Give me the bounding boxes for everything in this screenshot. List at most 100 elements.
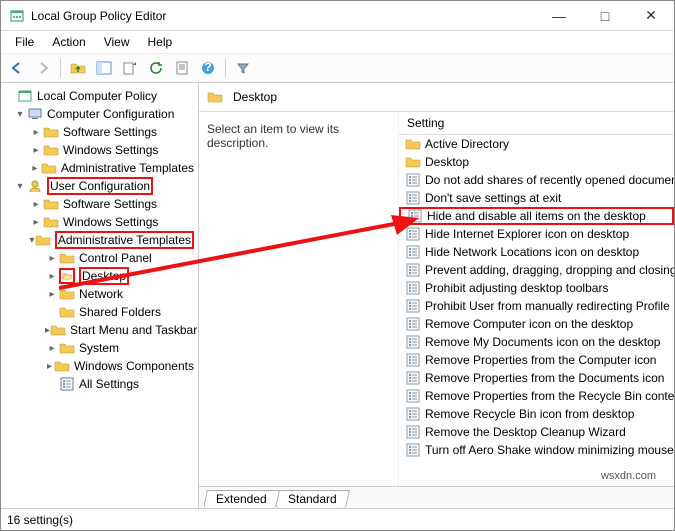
expand-icon[interactable]: ▸: [29, 163, 41, 174]
setting-item[interactable]: Remove Properties from the Computer icon: [399, 351, 674, 369]
tree-windows-components[interactable]: ▸ Windows Components: [1, 357, 198, 375]
menu-action[interactable]: Action: [44, 33, 93, 51]
tree-uc-windows[interactable]: ▸ Windows Settings: [1, 213, 198, 231]
setting-label: Active Directory: [425, 137, 509, 151]
tree-label: Computer Configuration: [47, 107, 174, 121]
setting-item[interactable]: Prohibit adjusting desktop toolbars: [399, 279, 674, 297]
help-button[interactable]: ?: [196, 56, 220, 80]
folder-icon: [405, 136, 421, 152]
up-button[interactable]: [66, 56, 90, 80]
policy-item-icon: [405, 352, 421, 368]
expand-icon[interactable]: ▸: [29, 127, 43, 138]
setting-label: Don't save settings at exit: [425, 191, 561, 205]
menu-help[interactable]: Help: [140, 33, 181, 51]
policy-item-icon: [405, 370, 421, 386]
setting-item[interactable]: Remove the Desktop Cleanup Wizard: [399, 423, 674, 441]
minimize-button[interactable]: —: [536, 1, 582, 30]
tree-user-config[interactable]: ▾ User Configuration: [1, 177, 198, 195]
tree-cc-admin[interactable]: ▸ Administrative Templates: [1, 159, 198, 177]
content-header: Desktop: [199, 83, 674, 112]
tree-cc-software[interactable]: ▸ Software Settings: [1, 123, 198, 141]
setting-item[interactable]: Hide Internet Explorer icon on desktop: [399, 225, 674, 243]
tree-computer-config[interactable]: ▾ Computer Configuration: [1, 105, 198, 123]
tree-label: Administrative Templates: [61, 161, 194, 175]
setting-item[interactable]: Prohibit User from manually redirecting …: [399, 297, 674, 315]
setting-item[interactable]: Don't save settings at exit: [399, 189, 674, 207]
filter-button[interactable]: [231, 56, 255, 80]
setting-item[interactable]: Do not add shares of recently opened doc…: [399, 171, 674, 189]
collapse-icon[interactable]: ▾: [13, 109, 27, 120]
tab-extended[interactable]: Extended: [203, 490, 280, 508]
expand-icon[interactable]: ▸: [45, 253, 59, 264]
tree-all-settings[interactable]: All Settings: [1, 375, 198, 393]
settings-list-icon: [59, 376, 75, 392]
setting-item[interactable]: Desktop: [399, 153, 674, 171]
expand-icon[interactable]: ▸: [29, 145, 43, 156]
tree-shared-folders[interactable]: Shared Folders: [1, 303, 198, 321]
setting-item[interactable]: Remove Recycle Bin icon from desktop: [399, 405, 674, 423]
collapse-icon[interactable]: ▾: [13, 181, 27, 192]
expand-icon[interactable]: ▸: [45, 271, 59, 282]
back-button[interactable]: [5, 56, 29, 80]
tree-uc-software[interactable]: ▸ Software Settings: [1, 195, 198, 213]
setting-item[interactable]: Turn off Aero Shake window minimizing mo…: [399, 441, 674, 459]
setting-label: Prohibit adjusting desktop toolbars: [425, 281, 608, 295]
tree-pane[interactable]: Local Computer Policy ▾ Computer Configu…: [1, 83, 199, 508]
tree-label: Software Settings: [63, 125, 157, 139]
expand-icon[interactable]: ▸: [45, 343, 59, 354]
close-button[interactable]: ✕: [628, 1, 674, 30]
expand-icon[interactable]: ▸: [29, 199, 43, 210]
setting-label: Remove Recycle Bin icon from desktop: [425, 407, 634, 421]
setting-item[interactable]: Remove My Documents icon on the desktop: [399, 333, 674, 351]
expand-icon[interactable]: ▸: [45, 289, 59, 300]
tree-uc-admin[interactable]: ▾ Administrative Templates: [1, 231, 198, 249]
setting-label: Remove My Documents icon on the desktop: [425, 335, 660, 349]
maximize-button[interactable]: □: [582, 1, 628, 30]
tree-label: Administrative Templates: [55, 231, 194, 249]
refresh-button[interactable]: [144, 56, 168, 80]
tree-label: Windows Settings: [63, 215, 158, 229]
setting-item[interactable]: Hide Network Locations icon on desktop: [399, 243, 674, 261]
setting-item[interactable]: Hide and disable all items on the deskto…: [399, 207, 674, 225]
expand-icon[interactable]: ▸: [45, 361, 54, 372]
tree-network[interactable]: ▸ Network: [1, 285, 198, 303]
tree-label: All Settings: [79, 377, 139, 391]
setting-item[interactable]: Remove Properties from the Recycle Bin c…: [399, 387, 674, 405]
tree-system[interactable]: ▸ System: [1, 339, 198, 357]
setting-item[interactable]: Active Directory: [399, 135, 674, 153]
view-tabs: Extended Standard: [199, 486, 674, 508]
policy-item-icon: [405, 190, 421, 206]
menubar: File Action View Help: [1, 31, 674, 53]
tree-label: Start Menu and Taskbar: [70, 323, 197, 337]
menu-view[interactable]: View: [96, 33, 138, 51]
tree-label: Windows Settings: [63, 143, 158, 157]
setting-label: Turn off Aero Shake window minimizing mo…: [425, 443, 674, 457]
setting-label: Do not add shares of recently opened doc…: [425, 173, 674, 187]
tab-standard[interactable]: Standard: [275, 490, 350, 508]
export-button[interactable]: [118, 56, 142, 80]
policy-item-icon: [405, 226, 421, 242]
tree-label: User Configuration: [47, 177, 153, 195]
setting-label: Prevent adding, dragging, dropping and c…: [425, 263, 674, 277]
forward-button[interactable]: [31, 56, 55, 80]
tree-desktop[interactable]: ▸ Desktop: [1, 267, 198, 285]
expand-icon[interactable]: ▸: [29, 217, 43, 228]
properties-button[interactable]: [170, 56, 194, 80]
tree-control-panel[interactable]: ▸ Control Panel: [1, 249, 198, 267]
tree-cc-windows[interactable]: ▸ Windows Settings: [1, 141, 198, 159]
policy-item-icon: [405, 244, 421, 260]
tree-label: Network: [79, 287, 123, 301]
tree-start-menu[interactable]: ▸ Start Menu and Taskbar: [1, 321, 198, 339]
policy-item-icon: [405, 316, 421, 332]
folder-icon: [54, 358, 70, 374]
window-titlebar: Local Group Policy Editor — □ ✕: [1, 1, 674, 31]
column-header-setting[interactable]: Setting: [399, 112, 674, 135]
setting-item[interactable]: Remove Computer icon on the desktop: [399, 315, 674, 333]
setting-item[interactable]: Prevent adding, dragging, dropping and c…: [399, 261, 674, 279]
show-hide-tree-button[interactable]: [92, 56, 116, 80]
setting-label: Remove Properties from the Computer icon: [425, 353, 656, 367]
setting-item[interactable]: Remove Properties from the Documents ico…: [399, 369, 674, 387]
settings-list[interactable]: Setting Active Directory Desktop Do not ad…: [399, 112, 674, 486]
menu-file[interactable]: File: [7, 33, 42, 51]
tree-root[interactable]: Local Computer Policy: [1, 87, 198, 105]
